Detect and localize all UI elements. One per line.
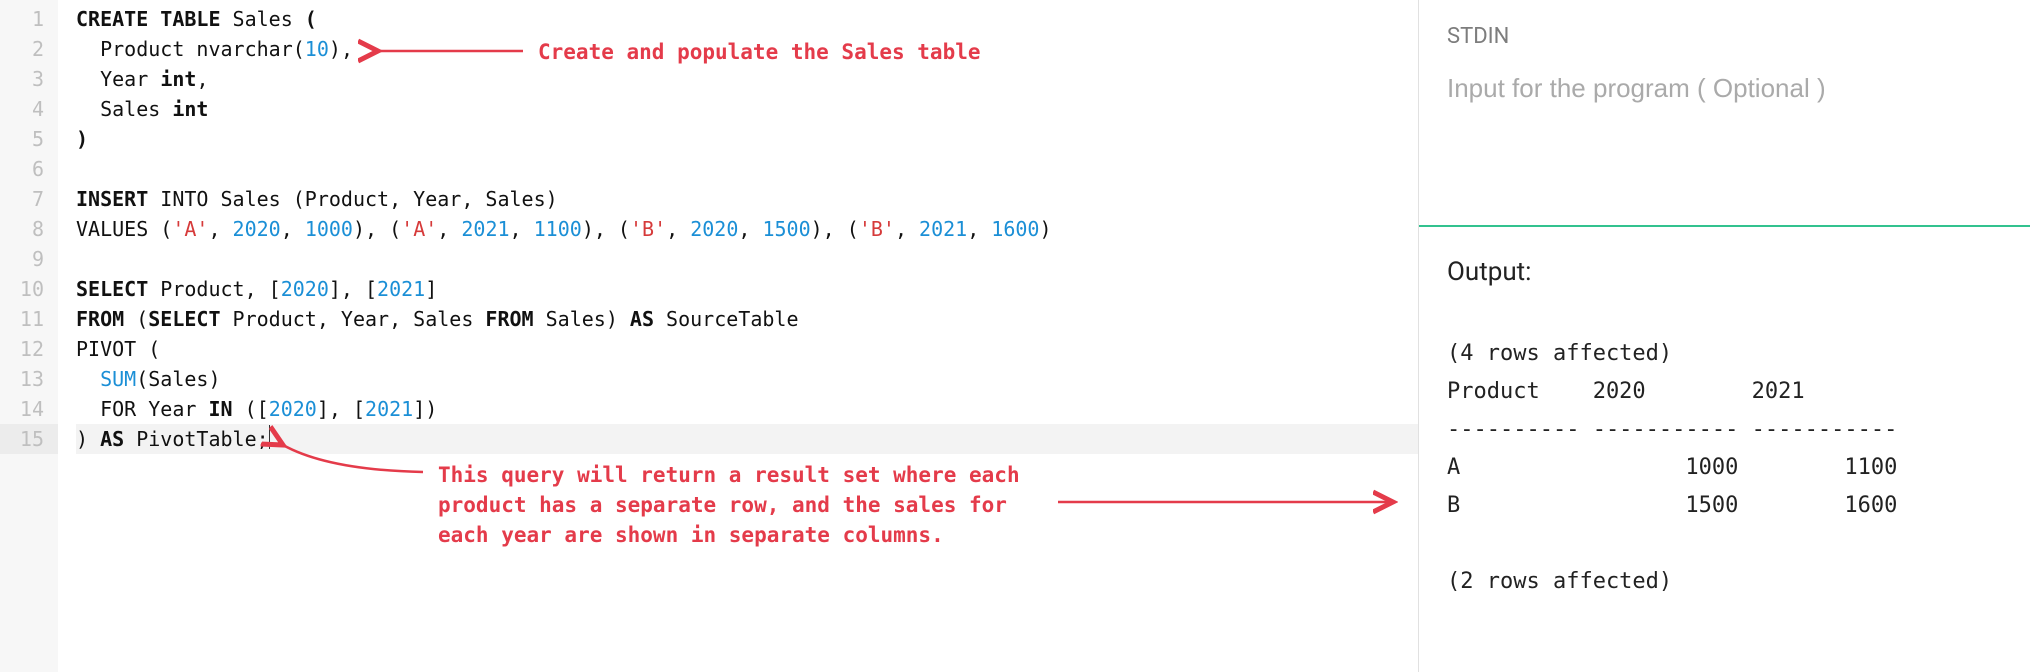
line-number: 1	[0, 4, 58, 34]
code-line[interactable]: ) AS PivotTable;	[76, 424, 1418, 454]
code-line[interactable]	[76, 154, 1418, 184]
code-line[interactable]: VALUES ('A', 2020, 1000), ('A', 2021, 11…	[76, 214, 1418, 244]
line-number: 8	[0, 214, 58, 244]
stdin-section: STDIN	[1419, 12, 2030, 227]
line-number: 4	[0, 94, 58, 124]
line-number: 7	[0, 184, 58, 214]
line-number: 14	[0, 394, 58, 424]
line-number: 11	[0, 304, 58, 334]
code-editor-pane: 123456789101112131415 CREATE TABLE Sales…	[0, 0, 1418, 672]
code-line[interactable]: PIVOT (	[76, 334, 1418, 364]
code-line[interactable]: FROM (SELECT Product, Year, Sales FROM S…	[76, 304, 1418, 334]
code-line[interactable]: CREATE TABLE Sales (	[76, 4, 1418, 34]
line-number: 10	[0, 274, 58, 304]
stdin-input[interactable]	[1447, 73, 2002, 104]
output-section: Output: (4 rows affected) Product 2020 2…	[1419, 227, 2030, 672]
output-text: (4 rows affected) Product 2020 2021 ----…	[1447, 335, 2002, 601]
line-number: 3	[0, 64, 58, 94]
main-container: 123456789101112131415 CREATE TABLE Sales…	[0, 0, 2030, 672]
code-line[interactable]: )	[76, 124, 1418, 154]
line-number: 13	[0, 364, 58, 394]
code-line[interactable]: SELECT Product, [2020], [2021]	[76, 274, 1418, 304]
line-number: 5	[0, 124, 58, 154]
io-pane: STDIN Output: (4 rows affected) Product …	[1418, 0, 2030, 672]
code-line[interactable]: Year int,	[76, 64, 1418, 94]
line-number: 2	[0, 34, 58, 64]
line-number-gutter: 123456789101112131415	[0, 0, 58, 672]
code-text-area[interactable]: CREATE TABLE Sales ( Product nvarchar(10…	[58, 0, 1418, 672]
text-cursor	[269, 425, 271, 449]
line-number: 9	[0, 244, 58, 274]
code-line[interactable]: SUM(Sales)	[76, 364, 1418, 394]
line-number: 15	[0, 424, 58, 454]
code-line[interactable]: FOR Year IN ([2020], [2021])	[76, 394, 1418, 424]
output-label: Output:	[1447, 257, 2002, 287]
annotation-text: This query will return a result set wher…	[438, 460, 1118, 550]
line-number: 12	[0, 334, 58, 364]
code-line[interactable]	[76, 244, 1418, 274]
line-number: 6	[0, 154, 58, 184]
stdin-label: STDIN	[1447, 24, 2002, 49]
code-line[interactable]: INSERT INTO Sales (Product, Year, Sales)	[76, 184, 1418, 214]
code-line[interactable]: Product nvarchar(10),	[76, 34, 1418, 64]
code-line[interactable]: Sales int	[76, 94, 1418, 124]
